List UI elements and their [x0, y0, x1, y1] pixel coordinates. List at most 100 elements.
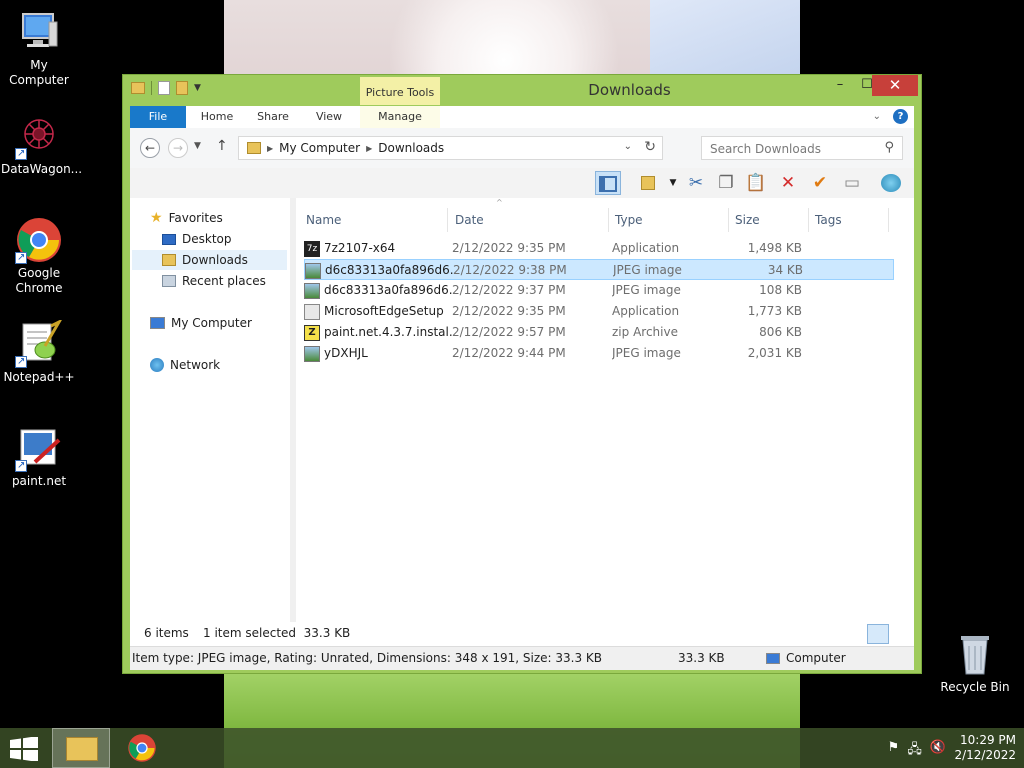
tab-view[interactable]: View	[306, 106, 352, 128]
pane-splitter[interactable]	[290, 198, 296, 622]
item-details: Item type: JPEG image, Rating: Unrated, …	[132, 651, 603, 665]
file-row[interactable]: yDXHJL 2/12/2022 9:44 PM JPEG image 2,03…	[304, 343, 894, 364]
help-icon[interactable]: ?	[893, 109, 908, 124]
jpeg-icon	[305, 262, 321, 279]
back-button[interactable]: ←	[140, 138, 160, 158]
tab-manage[interactable]: Manage	[360, 106, 440, 128]
windows-logo-icon	[10, 736, 38, 762]
rename-icon[interactable]: ▭	[839, 171, 865, 195]
file-size: 34 KB	[767, 263, 803, 277]
recent-locations-icon[interactable]: ▼	[194, 141, 201, 151]
column-header-type[interactable]: Type	[609, 208, 729, 232]
chrome-icon	[15, 216, 63, 265]
checkmark-icon[interactable]: ✔	[807, 171, 833, 195]
desktop-icon-datawagon[interactable]: DataWagon...	[1, 112, 82, 177]
taskbar-file-explorer[interactable]	[52, 728, 110, 768]
network-status-icon[interactable]: 🖧	[907, 740, 922, 762]
file-date: 2/12/2022 9:38 PM	[453, 263, 567, 277]
file-name: d6c83313a0fa896d6...	[325, 263, 455, 277]
file-row[interactable]: 7z 7z2107-x64 2/12/2022 9:35 PM Applicat…	[304, 238, 894, 259]
file-row[interactable]: Z paint.net.4.3.7.instal... 2/12/2022 9:…	[304, 322, 894, 343]
tab-file[interactable]: File	[130, 106, 186, 128]
address-bar[interactable]: ▶ My Computer ▶ Downloads ⌄ ↻	[238, 136, 663, 160]
window-title: Downloads	[588, 81, 671, 99]
clock-time: 10:29 PM	[960, 733, 1016, 747]
file-type: JPEG image	[613, 263, 682, 277]
file-name: paint.net.4.3.7.instal...	[324, 325, 454, 339]
action-center-flag-icon[interactable]: ⚑	[888, 740, 900, 762]
file-name: MicrosoftEdgeSetup	[324, 304, 444, 318]
column-header-size[interactable]: Size	[729, 208, 809, 232]
file-row[interactable]: d6c83313a0fa896d6... 2/12/2022 9:37 PM J…	[304, 280, 894, 301]
paste-icon[interactable]: 📋	[743, 171, 769, 195]
preview-pane-icon[interactable]	[595, 171, 621, 195]
clock[interactable]: 10:29 PM 2/12/2022	[954, 733, 1016, 763]
folder-icon	[247, 142, 261, 154]
tab-home[interactable]: Home	[192, 106, 242, 128]
tab-share[interactable]: Share	[250, 106, 296, 128]
file-name-cell: d6c83313a0fa896d6...	[305, 260, 455, 281]
title-bar[interactable]: ▼ Picture Tools Downloads – ☐ ✕	[123, 75, 921, 105]
file-row-selected[interactable]: d6c83313a0fa896d6... 2/12/2022 9:38 PM J…	[304, 259, 894, 280]
star-icon: ★	[150, 210, 163, 226]
delete-icon[interactable]: ✕	[775, 171, 801, 195]
desktop-icon-google-chrome[interactable]: Google Chrome	[1, 216, 77, 296]
column-header-name[interactable]: Name	[300, 208, 448, 232]
column-header-date[interactable]: Date	[449, 208, 609, 232]
large-icons-view-icon[interactable]	[890, 624, 912, 644]
desktop-icon-label: Recycle Bin	[940, 680, 1010, 694]
copy-icon[interactable]: ❐	[713, 171, 739, 195]
desktop-icon-notepad-plus-plus[interactable]: Notepad++	[1, 318, 77, 385]
check-folder-icon[interactable]	[635, 171, 661, 195]
taskbar-chrome[interactable]	[114, 728, 172, 768]
nav-recent-places[interactable]: Recent places	[162, 271, 266, 291]
cut-icon[interactable]: ✂	[683, 171, 709, 195]
downloads-folder-icon	[162, 254, 176, 266]
search-icon[interactable]: ⚲	[884, 140, 894, 155]
start-button[interactable]	[10, 736, 38, 764]
nav-network[interactable]: Network	[150, 355, 220, 375]
nav-my-computer[interactable]: My Computer	[150, 313, 252, 333]
nav-label: Downloads	[182, 253, 248, 267]
desktop-icon-my-computer[interactable]: My Computer	[1, 8, 77, 88]
expand-ribbon-icon[interactable]: ⌄	[873, 111, 881, 122]
file-date: 2/12/2022 9:37 PM	[452, 283, 566, 297]
nav-downloads[interactable]: Downloads	[132, 250, 287, 270]
nav-favorites[interactable]: ★ Favorites	[150, 208, 223, 228]
7zip-icon: 7z	[304, 240, 320, 257]
file-name-cell: 7z 7z2107-x64	[304, 238, 454, 259]
breadcrumb-my-computer[interactable]: My Computer	[279, 141, 360, 155]
file-row[interactable]: MicrosoftEdgeSetup 2/12/2022 9:35 PM App…	[304, 301, 894, 322]
refresh-icon[interactable]: ↻	[644, 139, 656, 155]
network-icon	[150, 358, 164, 372]
item-location: Computer	[766, 651, 846, 665]
explorer-window: ▼ Picture Tools Downloads – ☐ ✕ File Hom…	[122, 74, 922, 674]
desktop-icon-paint-net[interactable]: paint.net	[1, 424, 77, 489]
breadcrumb-downloads[interactable]: Downloads	[378, 141, 444, 155]
computer-icon	[15, 8, 63, 56]
file-size: 2,031 KB	[747, 346, 802, 360]
shell-icon[interactable]	[878, 171, 904, 195]
details-view-icon[interactable]	[867, 624, 889, 644]
search-box[interactable]: Search Downloads ⚲	[701, 136, 903, 160]
address-history-icon[interactable]: ⌄	[624, 141, 632, 152]
forward-button[interactable]: →	[168, 138, 188, 158]
volume-muted-icon[interactable]: 🔇	[930, 740, 946, 762]
breadcrumb-separator-icon: ▶	[267, 143, 274, 153]
close-button[interactable]: ✕	[872, 75, 918, 96]
computer-icon	[766, 652, 780, 664]
items-count: 6 items	[144, 626, 189, 640]
wallpaper-grass	[224, 668, 800, 728]
navigation-pane: ★ Favorites Desktop Downloads Recent pla…	[130, 198, 290, 622]
sort-indicator-icon: ^	[496, 198, 503, 207]
file-list: ^ Name Date Type Size Tags 7z 7z2107-x64…	[300, 198, 914, 622]
file-size: 1,498 KB	[747, 241, 802, 255]
file-name: 7z2107-x64	[324, 241, 396, 255]
file-name: d6c83313a0fa896d6...	[324, 283, 454, 297]
minimize-button[interactable]: –	[826, 75, 854, 96]
shortcut-arrow-icon	[15, 354, 27, 369]
nav-desktop[interactable]: Desktop	[162, 229, 232, 249]
column-header-tags[interactable]: Tags	[809, 208, 889, 232]
up-button[interactable]: ↑	[216, 138, 228, 154]
desktop-icon-recycle-bin[interactable]: Recycle Bin	[937, 630, 1013, 695]
